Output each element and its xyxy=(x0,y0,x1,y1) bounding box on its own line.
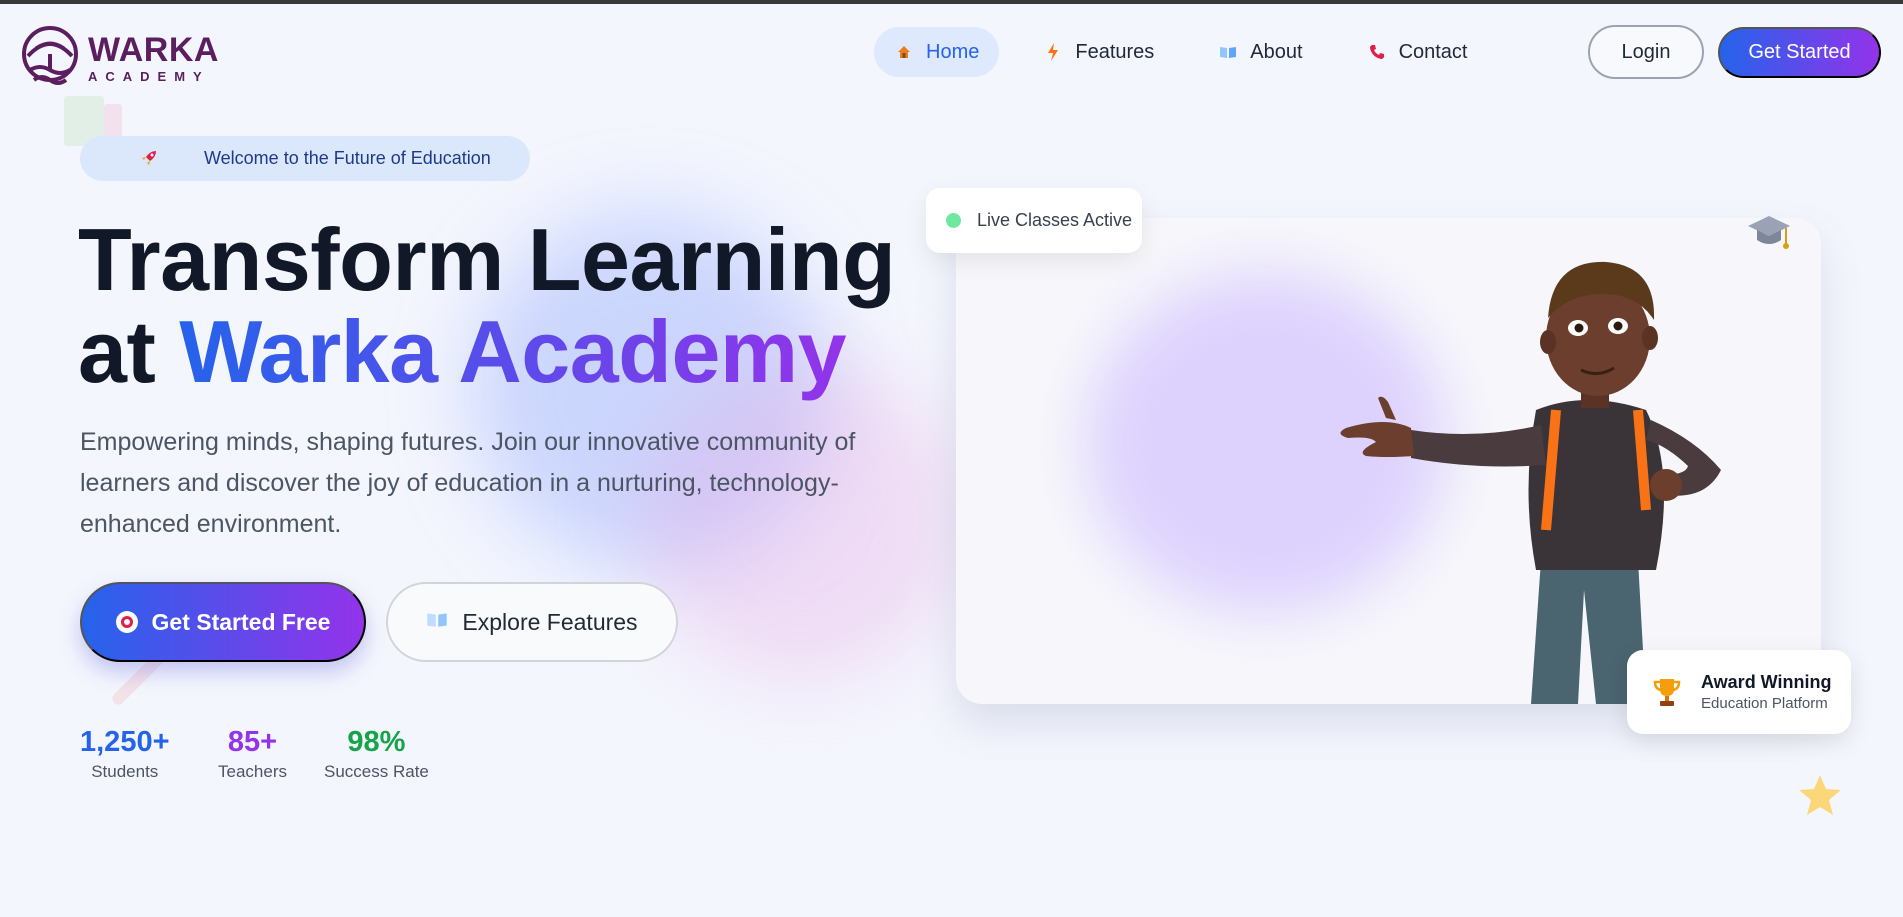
phone-icon xyxy=(1367,42,1387,62)
nav-item-home[interactable]: Home xyxy=(874,27,1000,77)
graduation-cap-icon xyxy=(1748,216,1790,249)
lightning-icon xyxy=(1043,42,1063,62)
nav-item-about[interactable]: About xyxy=(1198,27,1322,77)
get-started-button[interactable]: Get Started xyxy=(1718,27,1881,78)
live-classes-badge: Live Classes Active xyxy=(926,188,1142,253)
live-classes-label: Live Classes Active xyxy=(977,210,1133,230)
hero-description: Empowering minds, shaping futures. Join … xyxy=(80,428,856,538)
stat-value: 1,250+ xyxy=(80,726,170,758)
brand-tagline: ACADEMY xyxy=(88,68,210,84)
award-subtitle: Education Platform xyxy=(1701,695,1828,712)
hero-title: Transform Learning at Warka Academy xyxy=(78,214,896,401)
nav-item-label: About xyxy=(1250,40,1303,63)
star-icon xyxy=(1799,775,1841,815)
welcome-badge: Welcome to the Future of Education xyxy=(80,136,530,181)
stat-label: Teachers xyxy=(218,762,287,781)
stat-label: Success Rate xyxy=(324,762,429,781)
live-status-dot xyxy=(946,213,961,228)
award-winning-card: Award Winning Education Platform xyxy=(1627,650,1851,734)
nav-item-label: Home xyxy=(926,40,980,63)
brand-name: WARKA xyxy=(88,30,219,69)
nav-item-label: Features xyxy=(1075,40,1155,63)
warka-tree-logo-icon xyxy=(22,26,78,85)
book-icon xyxy=(426,611,448,633)
hero-title-line1: Transform Learning xyxy=(78,210,896,309)
explore-features-label: Explore Features xyxy=(462,608,638,635)
hero-title-prefix: at xyxy=(78,302,180,401)
award-title: Award Winning xyxy=(1701,672,1832,692)
stat-label: Students xyxy=(91,762,159,781)
main-nav: Home Features About Contact xyxy=(874,27,1512,77)
explore-features-button[interactable]: Explore Features xyxy=(386,582,678,662)
house-icon xyxy=(894,42,914,62)
stat-students: 1,250+ Students xyxy=(80,724,170,782)
nav-item-contact[interactable]: Contact xyxy=(1347,27,1488,77)
stat-value: 85+ xyxy=(227,726,278,758)
target-icon xyxy=(115,611,138,633)
hero-title-highlight: Warka Academy xyxy=(179,302,847,401)
book-icon xyxy=(1218,42,1238,62)
stat-teachers: 85+ Teachers xyxy=(218,724,287,782)
get-started-free-label: Get Started Free xyxy=(151,608,331,635)
get-started-free-button[interactable]: Get Started Free xyxy=(80,582,366,662)
login-button[interactable]: Login xyxy=(1588,25,1704,79)
nav-item-label: Contact xyxy=(1398,40,1468,63)
rocket-icon xyxy=(140,149,158,172)
welcome-badge-text: Welcome to the Future of Education xyxy=(204,148,491,168)
nav-item-features[interactable]: Features xyxy=(1023,27,1174,77)
site-logo[interactable]: WARKA ACADEMY xyxy=(18,26,219,90)
trophy-icon xyxy=(1653,679,1681,706)
student-character-illustration xyxy=(1340,261,1721,704)
stat-success-rate: 98% Success Rate xyxy=(324,724,429,782)
window-top-border xyxy=(0,0,1903,4)
stat-value: 98% xyxy=(347,726,406,758)
